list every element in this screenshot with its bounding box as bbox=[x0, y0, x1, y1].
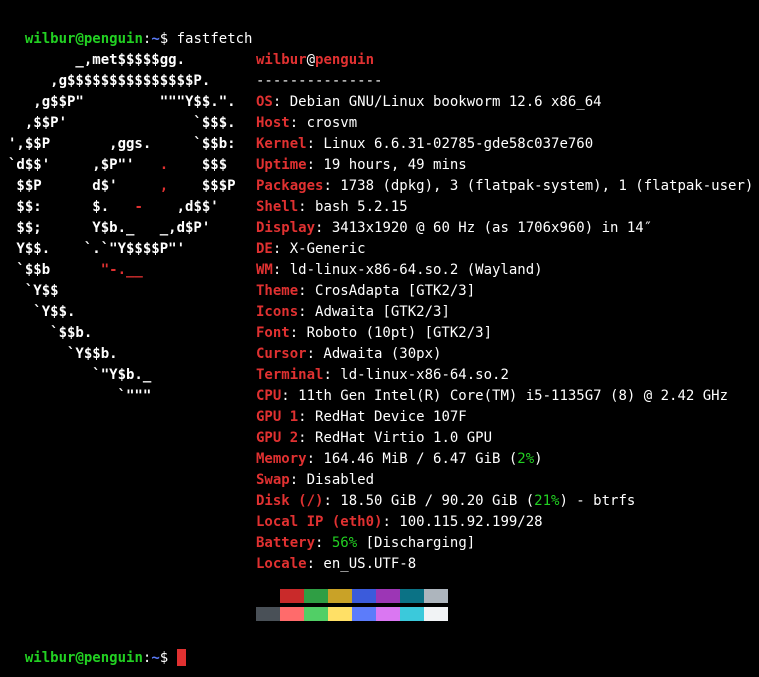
swatch bbox=[328, 607, 352, 621]
info-gpu1: GPU 1: RedHat Device 107F bbox=[256, 407, 753, 428]
swatch bbox=[280, 589, 304, 603]
prompt-path: ~ bbox=[151, 650, 159, 666]
prompt-dollar: $ bbox=[160, 31, 177, 47]
info-wm: WM: ld-linux-x86-64.so.2 (Wayland) bbox=[256, 260, 753, 281]
info-shell: Shell: bash 5.2.15 bbox=[256, 197, 753, 218]
swatch bbox=[424, 607, 448, 621]
info-swap: Swap: Disabled bbox=[256, 470, 753, 491]
swatch bbox=[304, 607, 328, 621]
swatch bbox=[424, 589, 448, 603]
info-host: Host: crosvm bbox=[256, 113, 753, 134]
color-swatches-row2 bbox=[256, 607, 753, 621]
swatch bbox=[400, 607, 424, 621]
prompt-colon: : bbox=[143, 650, 151, 666]
info-cpu: CPU: 11th Gen Intel(R) Core(TM) i5-1135G… bbox=[256, 386, 753, 407]
title-user: wilbur bbox=[256, 52, 307, 68]
swatch bbox=[352, 607, 376, 621]
info-disk: Disk (/): 18.50 GiB / 90.20 GiB (21%) - … bbox=[256, 491, 753, 512]
prompt-line-1[interactable]: wilbur@penguin:~$ fastfetch bbox=[8, 8, 751, 50]
info-gpu2: GPU 2: RedHat Virtio 1.0 GPU bbox=[256, 428, 753, 449]
logo-line: `"Y$b._ bbox=[8, 365, 256, 386]
logo-line: _,met$$$$$gg. bbox=[8, 50, 256, 71]
prompt-host: penguin bbox=[84, 650, 143, 666]
info-memory: Memory: 164.46 MiB / 6.47 GiB (2%) bbox=[256, 449, 753, 470]
logo-line: Y$$. `.`"Y$$$$P"' bbox=[8, 239, 256, 260]
info-os: OS: Debian GNU/Linux bookworm 12.6 x86_6… bbox=[256, 92, 753, 113]
swatch bbox=[400, 589, 424, 603]
info-icons: Icons: Adwaita [GTK2/3] bbox=[256, 302, 753, 323]
info-font: Font: Roboto (10pt) [GTK2/3] bbox=[256, 323, 753, 344]
logo-line: `$$b "-.__ bbox=[8, 260, 256, 281]
color-swatches-row1 bbox=[256, 589, 753, 603]
ascii-logo: _,met$$$$$gg. ,g$$$$$$$$$$$$$$$P. ,g$$P"… bbox=[8, 50, 256, 621]
logo-line: ,$$P' `$$$. bbox=[8, 113, 256, 134]
prompt-at: @ bbox=[75, 650, 83, 666]
logo-line: $$: $. - ,d$$' bbox=[8, 197, 256, 218]
prompt-line-2[interactable]: wilbur@penguin:~$ bbox=[8, 627, 751, 669]
info-locale: Locale: en_US.UTF-8 bbox=[256, 554, 753, 575]
info-display: Display: 3413x1920 @ 60 Hz (as 1706x960)… bbox=[256, 218, 753, 239]
prompt-at: @ bbox=[75, 31, 83, 47]
logo-line: `$$b. bbox=[8, 323, 256, 344]
swatch bbox=[304, 589, 328, 603]
prompt-path: ~ bbox=[151, 31, 159, 47]
info-packages: Packages: 1738 (dpkg), 3 (flatpak-system… bbox=[256, 176, 753, 197]
logo-line: `d$$' ,$P"' . $$$ bbox=[8, 155, 256, 176]
info-battery: Battery: 56% [Discharging] bbox=[256, 533, 753, 554]
logo-line: $$P d$' , $$$P bbox=[8, 176, 256, 197]
swatch bbox=[256, 607, 280, 621]
swatch bbox=[328, 589, 352, 603]
fastfetch-output: _,met$$$$$gg. ,g$$$$$$$$$$$$$$$P. ,g$$P"… bbox=[8, 50, 751, 621]
logo-line: $$; Y$b._ _,d$P' bbox=[8, 218, 256, 239]
logo-line: `Y$$. bbox=[8, 302, 256, 323]
swatch bbox=[376, 607, 400, 621]
logo-line: `Y$$b. bbox=[8, 344, 256, 365]
logo-line: `Y$$ bbox=[8, 281, 256, 302]
title-host: penguin bbox=[315, 52, 374, 68]
prompt-dollar: $ bbox=[160, 650, 177, 666]
info-local-ip: Local IP (eth0): 100.115.92.199/28 bbox=[256, 512, 753, 533]
logo-line: ,g$$$$$$$$$$$$$$$P. bbox=[8, 71, 256, 92]
prompt-user: wilbur bbox=[25, 31, 76, 47]
swatch bbox=[352, 589, 376, 603]
info-cursor: Cursor: Adwaita (30px) bbox=[256, 344, 753, 365]
logo-line: `""" bbox=[8, 386, 256, 407]
info-column: wilbur@penguin --------------- OS: Debia… bbox=[256, 50, 753, 621]
prompt-host: penguin bbox=[84, 31, 143, 47]
command: fastfetch bbox=[177, 31, 253, 47]
title-line: wilbur@penguin bbox=[256, 50, 753, 71]
logo-line: ',$$P ,ggs. `$$b: bbox=[8, 134, 256, 155]
info-uptime: Uptime: 19 hours, 49 mins bbox=[256, 155, 753, 176]
title-at: @ bbox=[307, 52, 315, 68]
info-theme: Theme: CrosAdapta [GTK2/3] bbox=[256, 281, 753, 302]
logo-line: ,g$$P" """Y$$.". bbox=[8, 92, 256, 113]
separator: --------------- bbox=[256, 71, 753, 92]
cursor-icon bbox=[177, 649, 186, 666]
prompt-user: wilbur bbox=[25, 650, 76, 666]
info-de: DE: X-Generic bbox=[256, 239, 753, 260]
swatch bbox=[376, 589, 400, 603]
swatch bbox=[256, 589, 280, 603]
info-terminal: Terminal: ld-linux-x86-64.so.2 bbox=[256, 365, 753, 386]
swatch bbox=[280, 607, 304, 621]
info-kernel: Kernel: Linux 6.6.31-02785-gde58c037e760 bbox=[256, 134, 753, 155]
